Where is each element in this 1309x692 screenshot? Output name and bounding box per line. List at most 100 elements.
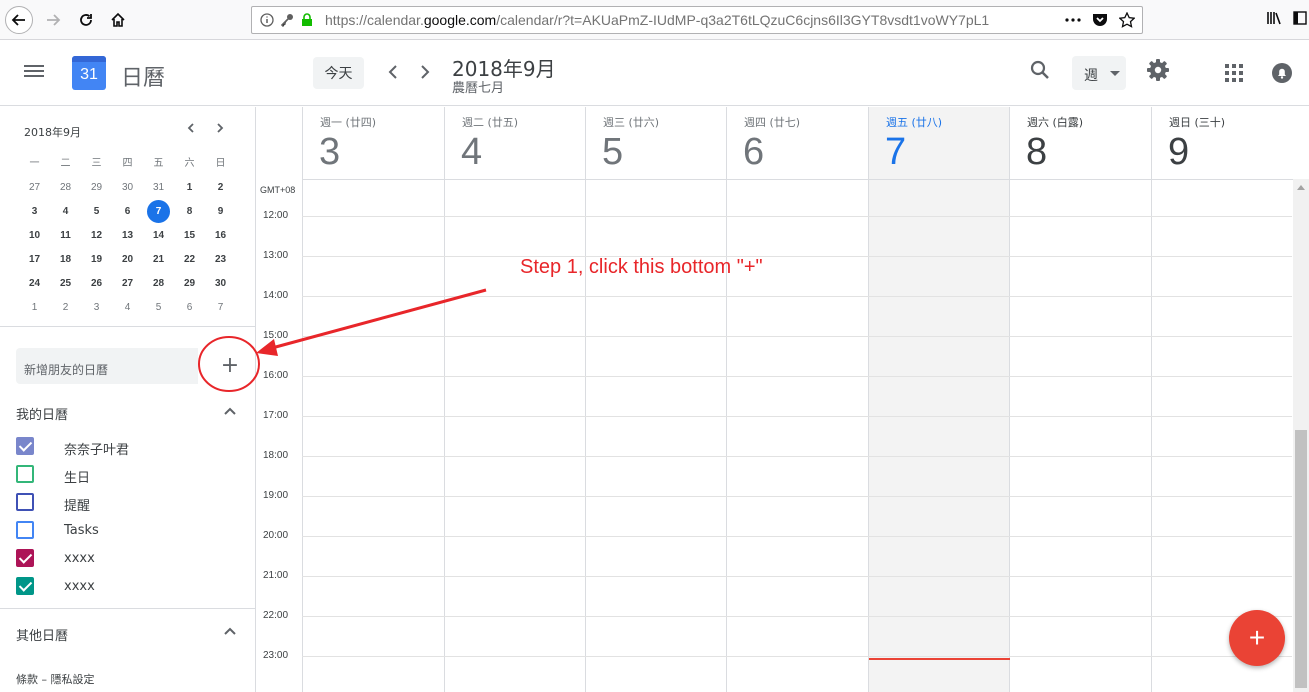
calendar-checkbox[interactable] xyxy=(16,549,34,567)
mini-day[interactable]: 6 xyxy=(174,295,205,319)
sidebar-icon[interactable] xyxy=(1293,10,1307,30)
mini-day[interactable]: 27 xyxy=(19,175,50,199)
mini-day[interactable]: 4 xyxy=(112,295,143,319)
mini-day[interactable]: 13 xyxy=(112,223,143,247)
mini-next-month-button[interactable] xyxy=(212,119,228,137)
calendar-checkbox[interactable] xyxy=(16,521,34,539)
mini-day[interactable]: 2 xyxy=(205,175,236,199)
mini-day[interactable]: 30 xyxy=(112,175,143,199)
apps-button[interactable] xyxy=(1224,63,1244,83)
mini-day[interactable]: 14 xyxy=(143,223,174,247)
day-header-7[interactable]: 週日 (三十) 9 xyxy=(1151,107,1288,179)
calendar-list-item[interactable]: xxxx xyxy=(16,574,246,598)
day-header-3[interactable]: 週三 (廿六) 5 xyxy=(585,107,726,179)
mini-day[interactable]: 29 xyxy=(81,175,112,199)
mini-day[interactable]: 30 xyxy=(205,271,236,295)
add-other-calendar-button[interactable]: + xyxy=(214,349,246,381)
mini-day[interactable]: 2 xyxy=(50,295,81,319)
mini-day[interactable]: 16 xyxy=(205,223,236,247)
scroll-thumb[interactable] xyxy=(1295,430,1307,688)
mini-day[interactable]: 4 xyxy=(50,199,81,223)
mini-day[interactable]: 5 xyxy=(81,199,112,223)
mini-day[interactable]: 10 xyxy=(19,223,50,247)
prev-week-button[interactable] xyxy=(382,59,404,85)
my-calendars-title[interactable]: 我的日曆 xyxy=(16,404,68,423)
other-calendars-title[interactable]: 其他日曆 xyxy=(16,625,68,644)
calendar-checkbox[interactable] xyxy=(16,437,34,455)
star-icon[interactable] xyxy=(1118,11,1136,29)
mini-day[interactable]: 15 xyxy=(174,223,205,247)
vertical-scrollbar[interactable] xyxy=(1293,179,1309,692)
day-number[interactable]: 8 xyxy=(1026,131,1047,174)
calendar-list-item[interactable]: 提醒 xyxy=(16,490,246,514)
mini-day[interactable]: 29 xyxy=(174,271,205,295)
mini-day[interactable]: 24 xyxy=(19,271,50,295)
url-text[interactable]: https://calendar.google.com/calendar/r?t… xyxy=(325,12,1045,28)
day-number[interactable]: 3 xyxy=(319,131,340,174)
library-icon[interactable] xyxy=(1266,10,1282,30)
mini-day[interactable]: 1 xyxy=(174,175,205,199)
mini-day[interactable]: 11 xyxy=(50,223,81,247)
notifications-button[interactable] xyxy=(1271,62,1293,84)
mini-day[interactable]: 27 xyxy=(112,271,143,295)
mini-day[interactable]: 31 xyxy=(143,175,174,199)
mini-day[interactable]: 28 xyxy=(143,271,174,295)
calendar-checkbox[interactable] xyxy=(16,465,34,483)
forward-button[interactable] xyxy=(39,6,67,34)
mini-day[interactable]: 3 xyxy=(19,199,50,223)
mini-day[interactable]: 23 xyxy=(205,247,236,271)
reload-button[interactable] xyxy=(72,6,100,34)
mini-day[interactable]: 28 xyxy=(50,175,81,199)
terms-privacy-link[interactable]: 條款 – 隱私設定 xyxy=(16,671,95,687)
lock-icon[interactable] xyxy=(298,11,316,29)
pocket-icon[interactable] xyxy=(1091,11,1109,29)
view-selector[interactable]: 週 xyxy=(1072,56,1126,90)
collapse-my-calendars-button[interactable] xyxy=(222,403,238,419)
day-number[interactable]: 5 xyxy=(602,131,623,174)
mini-day[interactable]: 5 xyxy=(143,295,174,319)
day-header-1[interactable]: 週一 (廿四) 3 xyxy=(302,107,443,179)
calendar-list-item[interactable]: 生日 xyxy=(16,462,246,486)
mini-day[interactable]: 21 xyxy=(143,247,174,271)
next-week-button[interactable] xyxy=(414,59,436,85)
create-event-button[interactable]: + xyxy=(1229,610,1285,666)
day-header-6[interactable]: 週六 (白露) 8 xyxy=(1009,107,1150,179)
mini-day[interactable]: 25 xyxy=(50,271,81,295)
add-friend-calendar-field[interactable]: 新增朋友的日曆 xyxy=(16,348,198,384)
address-bar[interactable]: https://calendar.google.com/calendar/r?t… xyxy=(251,6,1143,34)
mini-day[interactable]: 1 xyxy=(19,295,50,319)
mini-day[interactable]: 8 xyxy=(174,199,205,223)
day-header-5[interactable]: 週五 (廿八) 7 xyxy=(868,107,1009,179)
mini-day[interactable]: 9 xyxy=(205,199,236,223)
main-menu-button[interactable] xyxy=(24,62,46,84)
mini-day[interactable]: 20 xyxy=(112,247,143,271)
day-number[interactable]: 4 xyxy=(461,131,482,174)
mini-day[interactable]: 26 xyxy=(81,271,112,295)
mini-day[interactable]: 18 xyxy=(50,247,81,271)
home-button[interactable] xyxy=(104,6,132,34)
mini-day[interactable]: 12 xyxy=(81,223,112,247)
day-header-4[interactable]: 週四 (廿七) 6 xyxy=(726,107,867,179)
mini-day[interactable]: 6 xyxy=(112,199,143,223)
day-number[interactable]: 6 xyxy=(743,131,764,174)
settings-button[interactable] xyxy=(1146,58,1170,82)
day-number[interactable]: 9 xyxy=(1168,131,1189,174)
calendar-logo[interactable]: 31 xyxy=(72,56,106,90)
mini-day[interactable]: 17 xyxy=(19,247,50,271)
ellipsis-icon[interactable] xyxy=(1064,11,1082,29)
day-number[interactable]: 7 xyxy=(885,131,906,174)
day-header-2[interactable]: 週二 (廿五) 4 xyxy=(444,107,585,179)
mini-day[interactable]: 19 xyxy=(81,247,112,271)
calendar-list-item[interactable]: xxxx xyxy=(16,546,246,570)
calendar-list-item[interactable]: Tasks xyxy=(16,518,246,542)
info-icon[interactable] xyxy=(258,11,276,29)
calendar-checkbox[interactable] xyxy=(16,577,34,595)
mini-day[interactable]: 3 xyxy=(81,295,112,319)
mini-prev-month-button[interactable] xyxy=(183,119,199,137)
collapse-other-calendars-button[interactable] xyxy=(222,623,238,639)
mini-day[interactable]: 7 xyxy=(205,295,236,319)
scroll-up-arrow-icon[interactable] xyxy=(1297,185,1305,190)
calendar-list-item[interactable]: 奈奈子叶君 xyxy=(16,434,246,458)
key-icon[interactable] xyxy=(278,11,296,29)
back-button[interactable] xyxy=(5,6,33,34)
